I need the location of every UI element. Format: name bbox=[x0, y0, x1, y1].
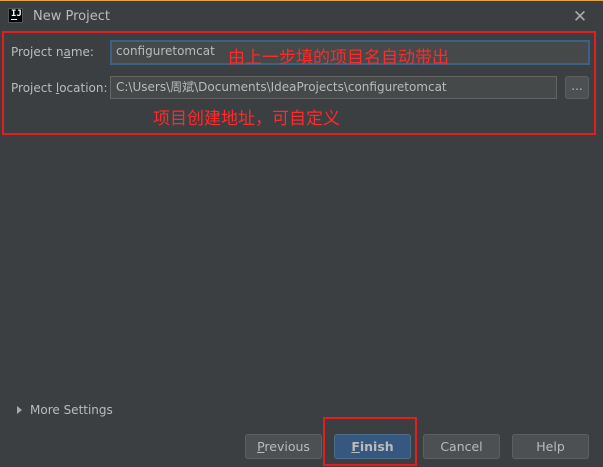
title-bar: IJ New Project ✕ bbox=[0, 0, 603, 32]
help-button[interactable]: Help bbox=[512, 434, 589, 459]
chevron-right-icon bbox=[17, 406, 22, 414]
close-icon[interactable]: ✕ bbox=[570, 7, 590, 27]
more-settings-toggle[interactable]: More Settings bbox=[17, 403, 113, 419]
highlight-box-fields bbox=[2, 31, 596, 135]
cancel-button[interactable]: Cancel bbox=[423, 434, 500, 459]
more-settings-label: More Settings bbox=[30, 403, 113, 417]
highlight-box-finish bbox=[323, 417, 417, 466]
window-title: New Project bbox=[33, 9, 110, 24]
intellij-app-icon: IJ bbox=[8, 8, 23, 23]
previous-button[interactable]: Previous bbox=[245, 434, 322, 459]
